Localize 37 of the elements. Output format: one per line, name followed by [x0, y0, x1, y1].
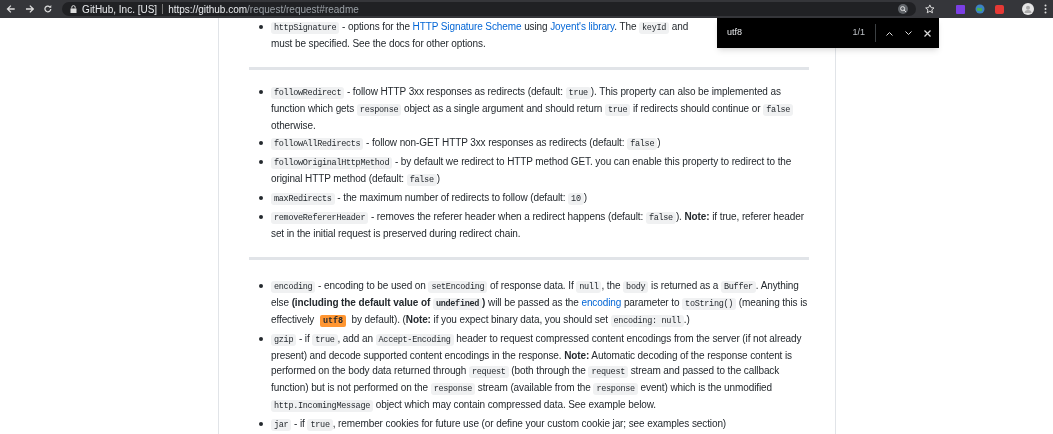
option-description: removeRefererHeader - removes the referer header when a redirect happens (default: false ). Note: if true, referer header set in the initial request is preserved during redirect chain.: [271, 210, 805, 241]
bullet-icon: [259, 215, 263, 219]
bullet-icon: [259, 90, 263, 94]
address-bar[interactable]: GitHub, Inc. [US] https://github.com/request/request#readme: [62, 2, 917, 16]
option-description: followRedirect - follow HTTP 3xx responses as redirects (default: true ). This property can also be implemented as function which gets response object as a single argument and should return true if redirects should continue or false otherwise.: [271, 84, 809, 133]
avatar-icon[interactable]: [1022, 3, 1034, 15]
menu-icon[interactable]: [1044, 4, 1047, 14]
star-icon[interactable]: [925, 4, 935, 14]
match-count: 1/1: [852, 26, 865, 40]
bullet-icon: [259, 141, 263, 145]
back-icon[interactable]: [6, 4, 16, 14]
doc-link[interactable]: HTTP Signature Scheme: [412, 21, 522, 32]
bullet-icon: [259, 25, 263, 29]
bullet-icon: [259, 284, 263, 288]
extension-icon[interactable]: [995, 4, 1004, 14]
close-icon[interactable]: [924, 29, 931, 37]
doc-link[interactable]: encoding: [581, 297, 622, 308]
bullet-icon: [259, 422, 263, 426]
option-description: maxRedirects - the maximum number of redirects to follow (default: 10 ): [271, 190, 809, 207]
option-description: jar - if true , remember cookies for future use (or define your custom cookie jar; see examples section): [271, 416, 809, 433]
site-identity: GitHub, Inc. [US]: [82, 2, 158, 17]
option-description: followAllRedirects - follow non-GET HTTP 3xx responses as redirects (default: false ): [271, 135, 809, 152]
url-text: https://github.com/request/request#readme: [168, 2, 359, 17]
bullet-icon: [259, 196, 263, 200]
find-input[interactable]: utf8: [727, 26, 853, 40]
option-description: encoding - encoding to be used on setEncoding of response data. If null , the body is returned as a Buffer . Anything else (including the default value of undefined ) will be passed as the encoding parameter to toString() (meaning this is effectively utf8 by default). (Note: if you expect binary data, you should set encoding: null .): [271, 279, 809, 329]
globe-icon[interactable]: [975, 4, 985, 14]
next-match-icon[interactable]: [905, 30, 912, 36]
bullet-icon: [259, 160, 263, 164]
bullet-icon: [259, 337, 263, 341]
previous-match-icon[interactable]: [886, 30, 893, 36]
option-description: gzip - if true , add an Accept-Encoding header to request compressed content encodings from the server (if not already present) and decode supported content encodings in the response. Note: Automatic decoding of the response content is performed on the body data returned through request (both through the request stream and passed to the callback function) but is not performed on the response stream (available from the response event) which is the unmodified http.IncomingMessage object which may contain compressed data. See example below.: [271, 332, 803, 414]
forward-icon[interactable]: [24, 4, 35, 14]
zoom-icon[interactable]: [898, 4, 909, 14]
reload-icon[interactable]: [43, 4, 54, 14]
option-description: followOriginalHttpMethod - by default we redirect to HTTP method GET. you can enable this property to redirect to the original HTTP method (default: false ): [271, 155, 793, 188]
lock-icon: [70, 5, 78, 13]
